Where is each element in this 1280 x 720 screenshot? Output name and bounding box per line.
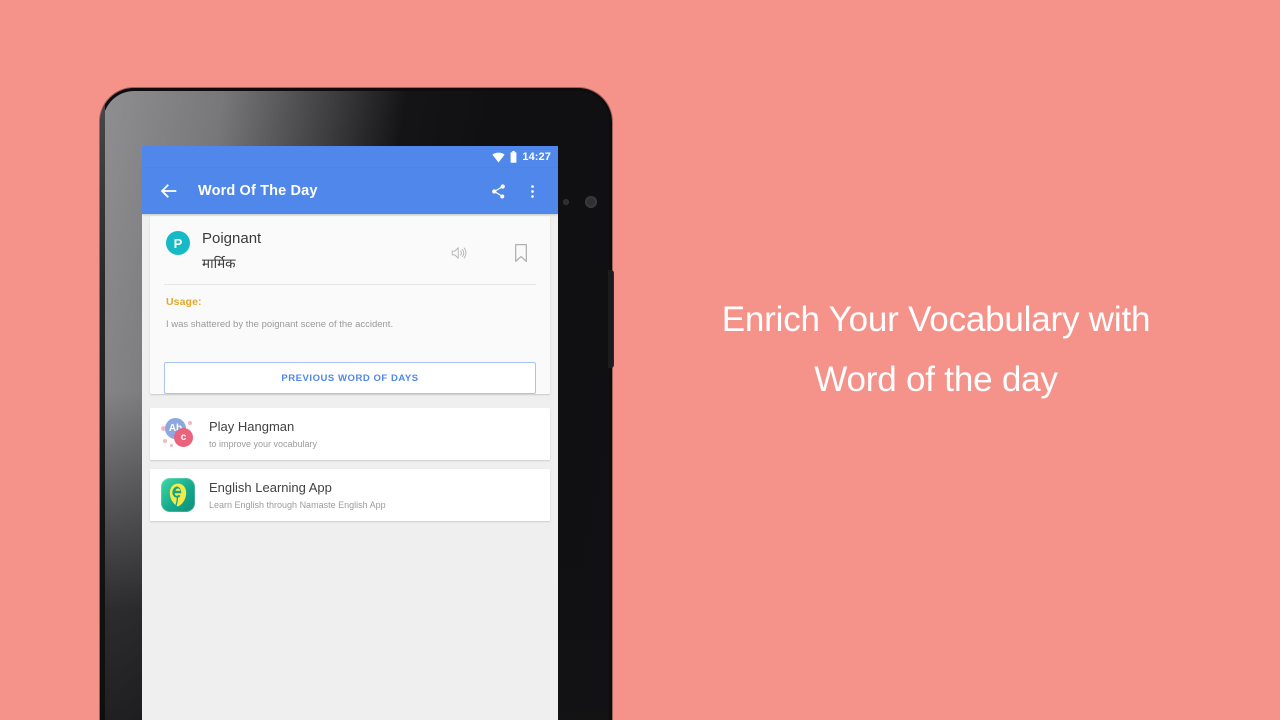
word-header: P Poignant मार्मिक: [150, 216, 550, 284]
promo-banner: 14:27 Word Of The Day P Poignant मार्मिक…: [0, 0, 1280, 720]
promo-title: English Learning App: [209, 479, 332, 495]
word-text-group: Poignant मार्मिक: [202, 230, 448, 272]
proximity-sensor-icon: [563, 199, 569, 205]
english-app-leaf-glyph: [169, 483, 187, 507]
phone-left-rim: [100, 88, 105, 720]
hangman-letter-secondary: c: [174, 428, 193, 447]
app-bar-title: Word Of The Day: [198, 183, 318, 199]
word-title: Poignant: [202, 230, 262, 247]
word-of-the-day-card: P Poignant मार्मिक Usage: I was shattere…: [150, 216, 550, 394]
wifi-icon: [492, 152, 505, 162]
word-avatar: P: [166, 231, 190, 255]
english-app-tile: [161, 478, 195, 512]
hangman-icon: Ab c: [161, 417, 195, 451]
bookmark-icon[interactable]: [510, 242, 532, 264]
promo-text-group: Play Hangman to improve your vocabulary: [209, 419, 317, 450]
hangman-dot: [170, 444, 173, 447]
status-bar-time: 14:27: [522, 151, 551, 163]
back-arrow-icon[interactable]: [158, 180, 180, 202]
usage-label: Usage:: [166, 296, 202, 308]
promo-text-group: English Learning App Learn English throu…: [209, 480, 386, 511]
phone-screen: 14:27 Word Of The Day P Poignant मार्मिक…: [142, 146, 558, 720]
usage-block: Usage: I was shattered by the poignant s…: [150, 285, 550, 331]
phone-power-button[interactable]: [608, 270, 614, 368]
share-icon[interactable]: [486, 179, 510, 203]
hangman-dot: [163, 439, 167, 443]
content-area: P Poignant मार्मिक Usage: I was shattere…: [142, 214, 558, 720]
marketing-headline-line-2: Word of the day: [814, 360, 1058, 399]
battery-icon: [510, 151, 517, 163]
speaker-icon[interactable]: [448, 242, 470, 264]
previous-word-of-days-button[interactable]: PREVIOUS WORD OF DAYS: [164, 362, 536, 394]
front-camera-icon: [585, 196, 597, 208]
english-learning-app-icon: [161, 478, 195, 512]
hangman-dot: [188, 421, 192, 425]
marketing-headline-line-1: Enrich Your Vocabulary with: [721, 300, 1151, 339]
usage-sentence: I was shattered by the poignant scene of…: [166, 319, 394, 330]
status-bar: 14:27: [142, 146, 558, 168]
marketing-headline: Enrich Your Vocabulary with Word of the …: [636, 290, 1236, 410]
promo-title: Play Hangman: [209, 418, 295, 434]
app-bar: Word Of The Day: [142, 168, 558, 214]
overflow-menu-icon[interactable]: [520, 179, 544, 203]
promo-subtitle: Learn English through Namaste English Ap…: [209, 499, 386, 510]
promo-subtitle: to improve your vocabulary: [209, 438, 318, 449]
promo-row-hangman[interactable]: Ab c Play Hangman to improve your vocabu…: [150, 408, 550, 460]
word-translation: मार्मिक: [202, 256, 236, 271]
promo-row-english-learning-app[interactable]: English Learning App Learn English throu…: [150, 469, 550, 521]
word-action-group: [448, 242, 536, 264]
